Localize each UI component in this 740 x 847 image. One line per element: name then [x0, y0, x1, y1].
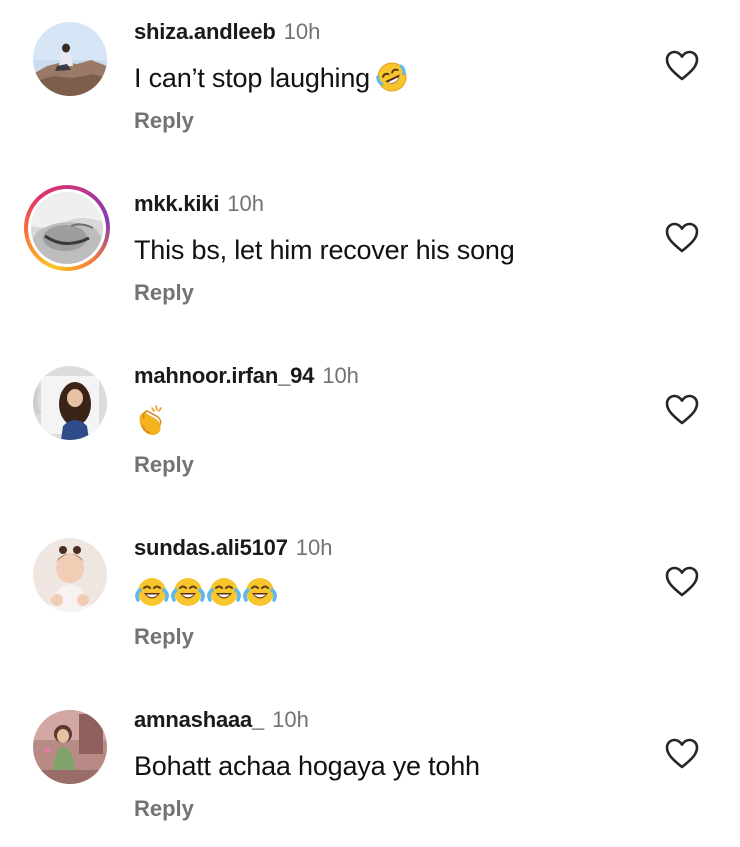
story-ring[interactable] — [24, 185, 110, 271]
heart-outline-icon — [665, 566, 699, 597]
heart-outline-icon — [665, 738, 699, 769]
like-button[interactable] — [664, 564, 700, 600]
heart-outline-icon — [665, 50, 699, 81]
clapping-hands-emoji-icon — [134, 403, 168, 442]
reply-button[interactable]: Reply — [134, 278, 194, 308]
username[interactable]: mkk.kiki — [134, 191, 219, 216]
username[interactable]: mahnoor.irfan_94 — [134, 363, 314, 388]
like-button[interactable] — [664, 392, 700, 428]
comment-item: sundas.ali5107 10h Reply — [0, 516, 740, 666]
comment-list: shiza.andleeb 10h I can’t stop laughing — [0, 0, 740, 847]
avatar[interactable] — [33, 538, 107, 612]
comment-meta: amnashaaa_ 10h — [134, 705, 309, 735]
comment-text: This bs, let him recover his song — [134, 235, 515, 265]
avatar[interactable] — [31, 192, 103, 264]
comment-meta: shiza.andleeb 10h — [134, 17, 320, 47]
face-with-tears-of-joy-emoji-icon — [134, 576, 170, 613]
timestamp: 10h — [272, 707, 309, 732]
face-with-tears-of-joy-emoji-icon — [242, 576, 278, 613]
timestamp: 10h — [322, 363, 359, 388]
comment-meta: sundas.ali5107 10h — [134, 533, 332, 563]
comment-meta: mkk.kiki 10h — [134, 189, 264, 219]
reply-button[interactable]: Reply — [134, 450, 194, 480]
face-with-tears-of-joy-emoji-icon — [170, 576, 206, 613]
username[interactable]: sundas.ali5107 — [134, 535, 288, 560]
comment-text — [134, 404, 168, 440]
reply-button[interactable]: Reply — [134, 622, 194, 652]
username[interactable]: shiza.andleeb — [134, 19, 276, 44]
comment-text-content: I can’t stop laughing — [134, 63, 370, 93]
comment-text: Bohatt achaa hogaya ye tohh — [134, 751, 480, 781]
avatar[interactable] — [33, 710, 107, 784]
comment-item: mkk.kiki 10h This bs, let him recover his… — [0, 172, 740, 322]
heart-outline-icon — [665, 222, 699, 253]
timestamp: 10h — [227, 191, 264, 216]
reply-button[interactable]: Reply — [134, 794, 194, 824]
timestamp: 10h — [295, 535, 333, 560]
comment-text — [134, 576, 278, 612]
heart-outline-icon — [665, 394, 699, 425]
face-with-tears-of-joy-emoji-icon — [206, 576, 242, 613]
comment-item: mahnoor.irfan_94 10h Reply — [0, 344, 740, 494]
avatar[interactable] — [33, 366, 107, 440]
reply-button[interactable]: Reply — [134, 106, 194, 136]
username[interactable]: amnashaaa_ — [134, 707, 264, 732]
avatar[interactable] — [33, 22, 107, 96]
comment-text: I can’t stop laughing — [134, 60, 408, 102]
timestamp: 10h — [283, 19, 321, 44]
like-button[interactable] — [664, 48, 700, 84]
comment-meta: mahnoor.irfan_94 10h — [134, 361, 359, 391]
like-button[interactable] — [664, 220, 700, 256]
comment-item: amnashaaa_ 10h Bohatt achaa hogaya ye toh… — [0, 688, 740, 838]
comment-item: shiza.andleeb 10h I can’t stop laughing — [0, 0, 740, 150]
rolling-on-floor-laughing-emoji-icon — [376, 61, 408, 102]
like-button[interactable] — [664, 736, 700, 772]
